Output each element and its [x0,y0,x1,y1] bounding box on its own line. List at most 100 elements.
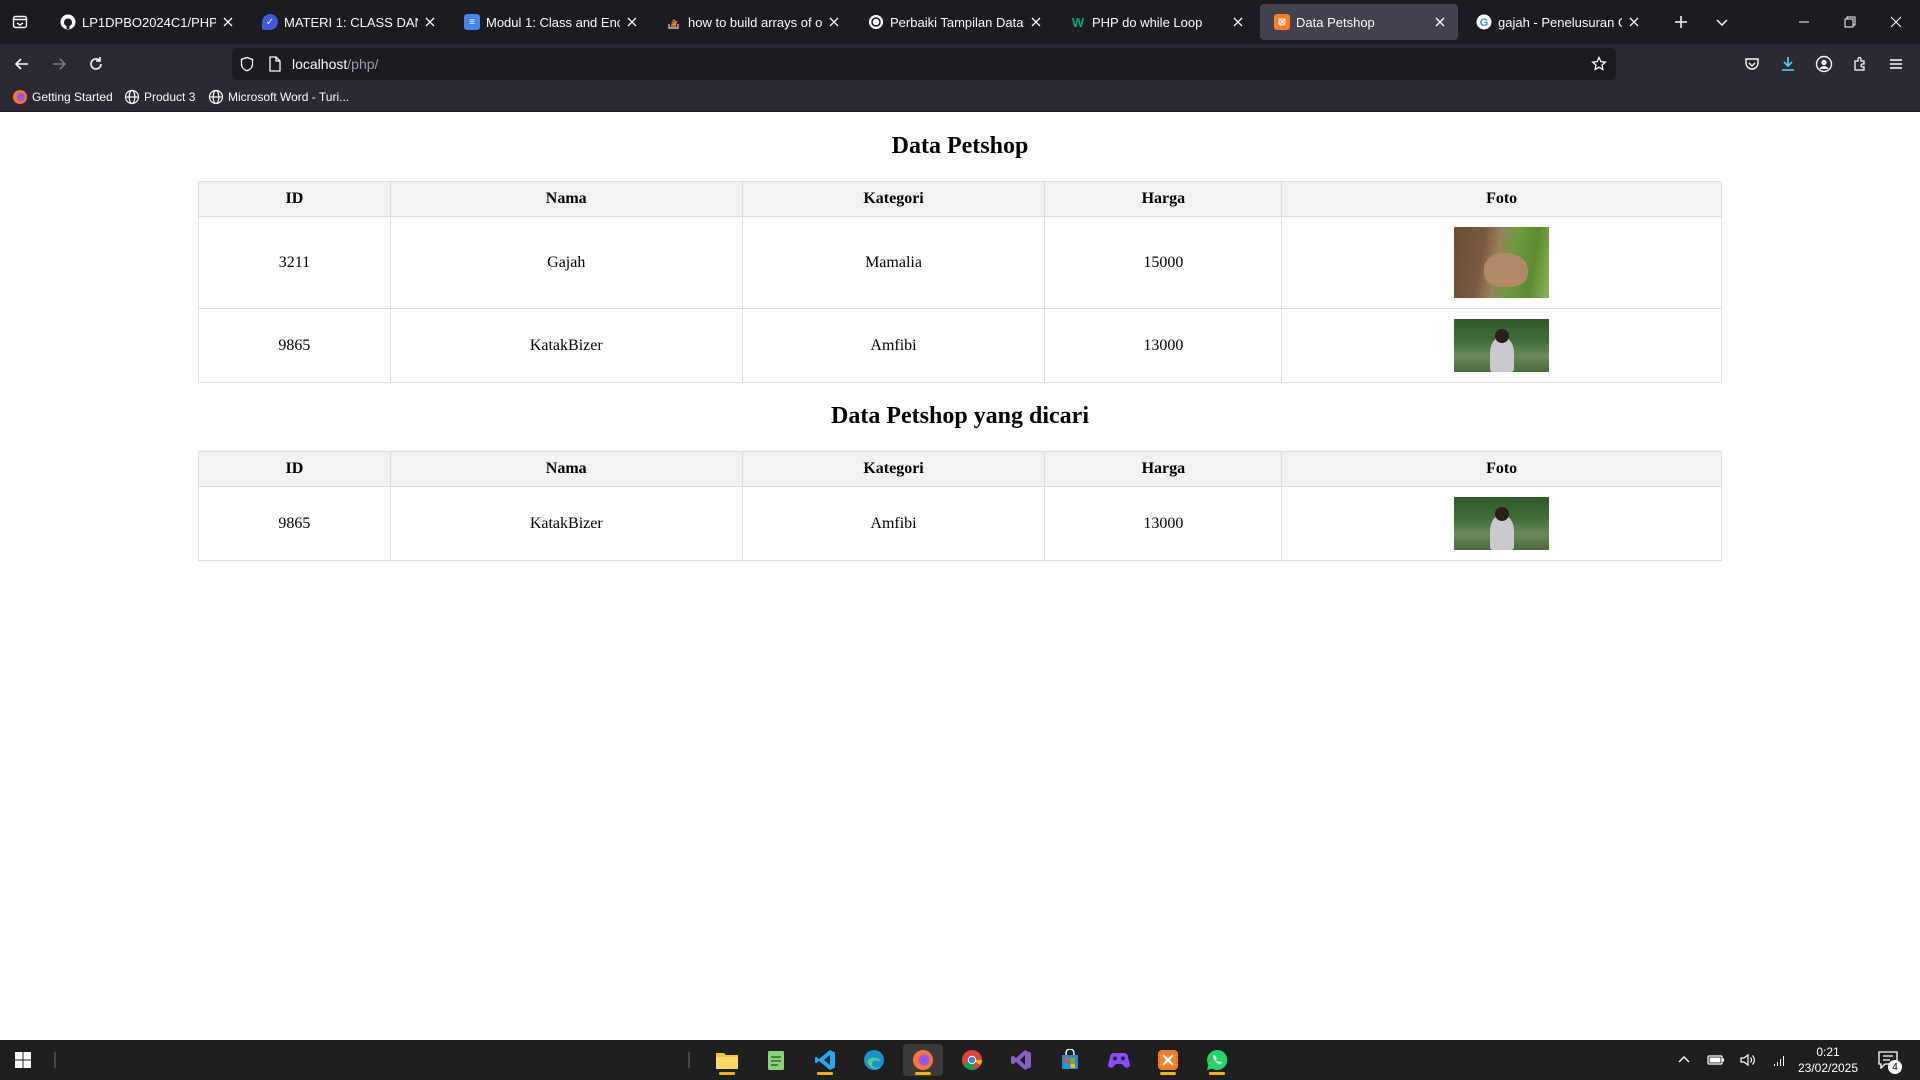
clock-date: 23/02/2025 [1797,1061,1859,1075]
tab-materi[interactable]: ✓ MATERI 1: CLASS DAN ENC [248,4,448,40]
tab-google[interactable]: G gajah - Penelusuran Google [1462,4,1652,40]
bookmark-microsoft-word[interactable]: Microsoft Word - Turi... [208,89,349,105]
column-header-harga: Harga [1044,181,1283,217]
tab-title: PHP do while Loop [1092,14,1203,30]
shield-icon: ✓ [262,14,278,30]
column-header-kategori: Kategori [741,181,1046,217]
bookmark-star-icon[interactable] [1590,55,1608,73]
cell-id: 9865 [198,486,391,561]
tab-title: Data Petshop [1296,14,1375,30]
cell-id: 3211 [198,216,391,309]
tab-modul[interactable]: ≡ Modul 1: Class and Encaps [450,4,650,40]
pet-photo [1454,497,1550,550]
tab-w3schools[interactable]: W PHP do while Loop [1056,4,1256,40]
whatsapp-icon[interactable] [1197,1044,1237,1076]
puzzle-icon [1854,56,1865,71]
column-header-id: ID [198,181,391,217]
reload-icon [90,57,102,70]
cell-harga: 13000 [1044,486,1283,561]
store-icon[interactable] [1050,1044,1090,1076]
close-window-button[interactable] [1873,0,1919,44]
cell-kategori: Amfibi [741,486,1046,561]
chrome-icon[interactable] [952,1044,992,1076]
bookmark-getting-started[interactable]: Getting Started [12,89,113,105]
battery-icon[interactable] [1704,1040,1728,1080]
column-header-kategori: Kategori [741,451,1046,487]
back-button[interactable] [8,50,36,78]
url-bar[interactable]: localhost/php/ [232,48,1616,80]
svg-text:G: G [1480,17,1489,29]
bookmark-product-3[interactable]: Product 3 [124,89,195,105]
cell-kategori: Mamalia [741,216,1046,309]
tab-title: MATERI 1: CLASS DAN ENC [284,14,418,30]
tab-bar: LP1DPBO2024C1/PHP/main ✓ MATERI 1: CLASS… [0,0,1920,44]
url-host: localhost [292,56,348,72]
search-results-title: Data Petshop yang dicari [831,403,1089,429]
shield-icon[interactable] [238,55,256,73]
column-header-harga: Harga [1044,451,1283,487]
reload-button[interactable] [82,50,110,78]
list-all-tabs-button[interactable] [1708,8,1736,36]
pocket-icon [1745,58,1759,70]
tab-list-button[interactable] [6,8,34,36]
downloads-button[interactable] [1774,50,1802,78]
extensions-button[interactable] [1846,50,1874,78]
close-tab-icon[interactable] [1230,14,1246,30]
windows-taskbar: 0:21 23/02/2025 4 [0,1040,1920,1080]
w3schools-icon: W [1071,14,1085,30]
tab-data-petshop[interactable]: ⊠ Data Petshop [1260,4,1458,40]
tab-title: LP1DPBO2024C1/PHP/main [82,14,216,30]
windows-icon [15,1052,31,1068]
minimize-button[interactable] [1781,0,1827,44]
new-tab-button[interactable] [1667,8,1695,36]
plus-icon [1675,16,1687,28]
system-clock[interactable]: 0:21 23/02/2025 [1796,1044,1860,1076]
notepad-icon[interactable] [756,1044,796,1076]
wifi-icon[interactable] [1768,1040,1792,1080]
tab-stackoverflow[interactable]: how to build arrays of obje [652,4,852,40]
close-tab-icon[interactable] [1432,14,1448,30]
cell-nama: KatakBizer [389,308,743,383]
bookmarks-toolbar: Getting Started Product 3 Microsoft Word… [0,84,1920,112]
cell-nama: Gajah [389,216,743,309]
restore-button[interactable] [1827,0,1873,44]
start-button[interactable] [3,1044,43,1076]
minimize-icon [1799,21,1809,23]
close-tab-icon[interactable] [624,14,640,30]
tab-github[interactable]: LP1DPBO2024C1/PHP/main [46,4,246,40]
pet-photo [1454,319,1550,372]
visual-studio-icon[interactable] [1001,1044,1041,1076]
tab-chatgpt[interactable]: Perbaiki Tampilan Data [854,4,1054,40]
chevron-down-icon [1716,19,1728,27]
arrow-right-icon [53,58,67,70]
bookmark-label: Microsoft Word - Turi... [228,90,350,104]
xampp-icon[interactable] [1148,1044,1188,1076]
globe-icon [208,89,224,105]
close-tab-icon[interactable] [1028,14,1044,30]
menu-button[interactable] [1882,50,1910,78]
column-header-foto: Foto [1281,451,1722,487]
close-tab-icon[interactable] [422,14,438,30]
page-title: Data Petshop [891,133,1029,159]
chevron-up-icon [1678,1056,1690,1063]
account-button[interactable] [1810,50,1838,78]
game-icon[interactable] [1099,1044,1139,1076]
close-tab-icon[interactable] [1626,14,1642,30]
hamburger-menu-icon [1890,59,1902,69]
arrow-left-icon [14,58,28,70]
column-header-id: ID [198,451,391,487]
pocket-button[interactable] [1738,50,1766,78]
clock-time: 0:21 [1816,1045,1840,1059]
volume-icon[interactable] [1736,1040,1760,1080]
close-tab-icon[interactable] [826,14,842,30]
forward-button[interactable] [45,50,73,78]
close-tab-icon[interactable] [220,14,236,30]
vscode-icon[interactable] [805,1044,845,1076]
edge-icon[interactable] [854,1044,894,1076]
notifications-button[interactable]: 4 [1870,1040,1906,1080]
firefox-icon[interactable] [903,1044,943,1076]
file-explorer-icon[interactable] [707,1044,747,1076]
cell-foto [1281,308,1722,383]
show-hidden-icons-button[interactable] [1672,1040,1696,1080]
page-icon[interactable] [266,55,284,73]
